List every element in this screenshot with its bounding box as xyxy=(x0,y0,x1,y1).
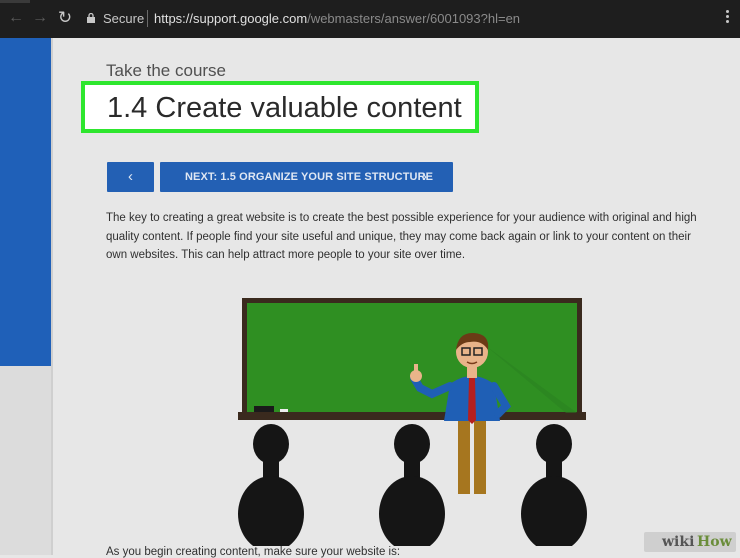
next-lesson-button[interactable]: NEXT: 1.5 ORGANIZE YOUR SITE STRUCTURE › xyxy=(160,162,453,192)
sidebar-divider xyxy=(51,38,53,555)
previous-button[interactable]: ‹ xyxy=(107,162,154,192)
chevron-left-icon: ‹ xyxy=(128,168,133,185)
course-kicker: Take the course xyxy=(106,61,227,80)
forward-arrow-icon[interactable]: → xyxy=(31,9,49,27)
watermark-wiki: wiki xyxy=(662,534,695,550)
page-title: 1.4 Create valuable content xyxy=(107,92,462,124)
watermark-how: How xyxy=(697,534,732,550)
url-path: /webmasters/answer/6001093?hl=en xyxy=(307,11,521,26)
wikihow-watermark: wiki How xyxy=(644,532,736,552)
sidebar-panel xyxy=(0,38,51,366)
student-silhouettes xyxy=(238,424,587,546)
chalk-ledge xyxy=(238,412,586,420)
secure-label: Secure xyxy=(103,11,145,26)
intro-paragraph: The key to creating a great website is t… xyxy=(106,212,697,261)
classroom-illustration xyxy=(238,298,587,546)
back-arrow-icon[interactable]: ← xyxy=(7,9,25,27)
menu-dots-icon[interactable] xyxy=(724,8,730,28)
tab-strip xyxy=(0,0,30,3)
next-lesson-label: NEXT: 1.5 ORGANIZE YOUR SITE STRUCTURE xyxy=(185,171,434,183)
bottom-paragraph: As you begin creating content, make sure… xyxy=(106,546,401,558)
sidebar-lower xyxy=(0,366,51,555)
chalkboard xyxy=(247,303,577,413)
lock-icon xyxy=(87,13,95,23)
url-divider xyxy=(147,10,148,27)
url-host: https://support.google.com xyxy=(154,11,308,26)
reload-icon[interactable]: ↻ xyxy=(56,9,74,27)
chalk-icon xyxy=(280,409,288,412)
address-bar[interactable]: https://support.google.com/webmasters/an… xyxy=(154,11,520,26)
eraser-icon xyxy=(254,406,274,412)
highlighted-title-box: 1.4 Create valuable content xyxy=(81,81,479,133)
browser-toolbar: ← → ↻ Secure https://support.google.com/… xyxy=(0,0,740,38)
chevron-right-icon: › xyxy=(422,168,427,185)
